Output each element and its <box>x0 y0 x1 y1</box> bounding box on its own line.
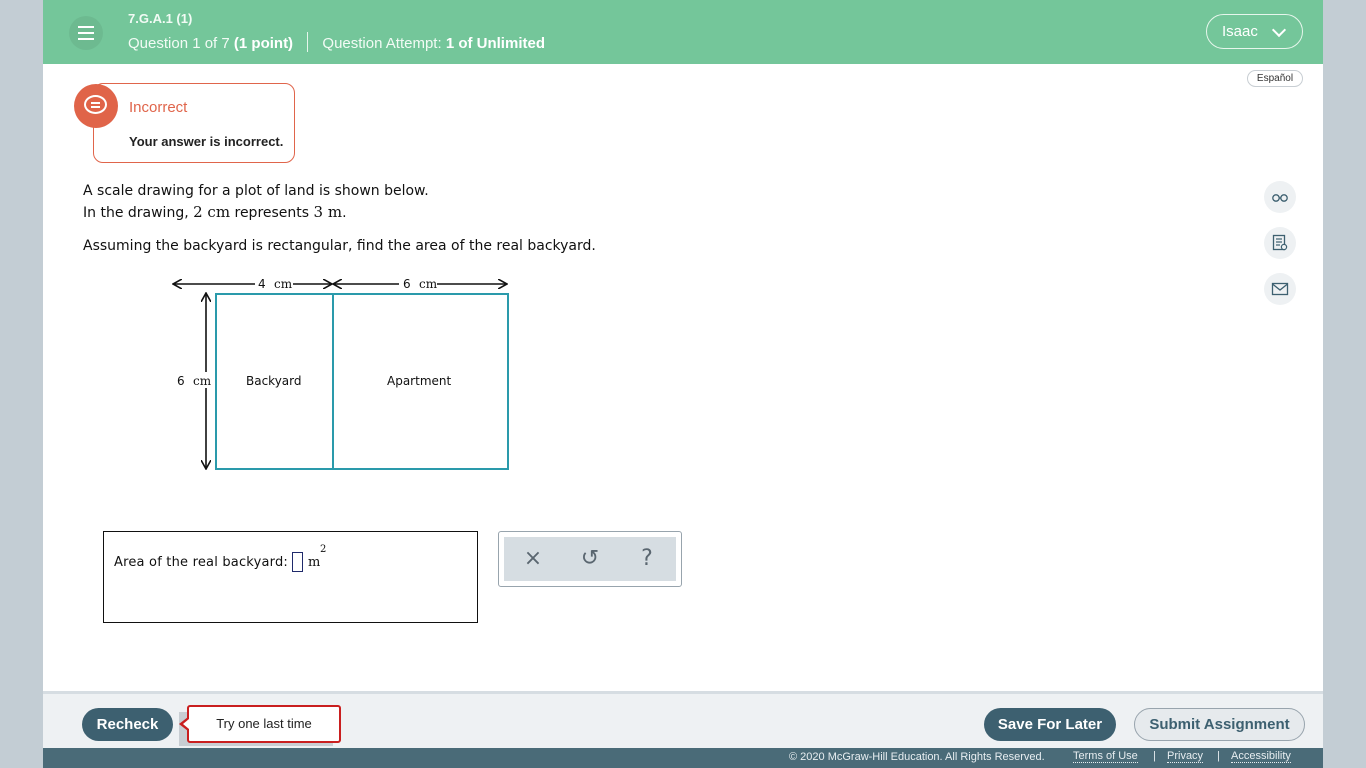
backyard-label: Backyard <box>246 374 302 388</box>
scale-real-length: 3 m <box>313 203 343 221</box>
apartment-label: Apartment <box>387 374 451 388</box>
terms-of-use-link[interactable]: Terms of Use <box>1073 750 1138 763</box>
attempt-value: 1 of Unlimited <box>445 35 545 52</box>
try-again-tooltip: Try one last time <box>187 705 341 743</box>
chevron-down-icon <box>1271 22 1287 38</box>
feedback-panel <box>93 83 295 163</box>
accessibility-link[interactable]: Accessibility <box>1231 750 1291 763</box>
feedback-chat-icon <box>74 84 118 128</box>
menu-icon[interactable] <box>69 16 103 50</box>
attempt-label: Question Attempt: <box>322 35 442 52</box>
question-line-2: In the drawing, 2 cm represents 3 m. <box>83 203 347 221</box>
question-line-1: A scale drawing for a plot of land is sh… <box>83 183 429 199</box>
submit-assignment-button[interactable]: Submit Assignment <box>1134 708 1305 741</box>
height-label: 6 <box>177 374 185 388</box>
feedback-message: Your answer is incorrect. <box>129 134 284 149</box>
standard-code: 7.G.A.1 (1) <box>128 11 193 26</box>
tooltip-arrow-inner <box>183 719 189 729</box>
reader-glasses-icon[interactable] <box>1264 181 1296 213</box>
clear-icon[interactable]: × <box>505 537 561 581</box>
undo-icon[interactable]: ↺ <box>562 537 618 581</box>
area-answer-input[interactable] <box>292 552 303 572</box>
language-toggle-button[interactable]: Español <box>1247 70 1303 87</box>
copyright-text: © 2020 McGraw-Hill Education. All Rights… <box>789 751 1045 763</box>
apartment-width-unit: cm <box>419 277 438 291</box>
answer-toolbar: × ↺ ? <box>498 531 682 587</box>
scale-drawing-diagram: 4 cm 6 cm 6 cm Backyard Apartment <box>128 276 509 470</box>
answer-area: Area of the real backyard: m 2 <box>103 531 478 623</box>
app-window: 7.G.A.1 (1) Question 1 of 7 (1 point) Qu… <box>43 0 1323 768</box>
toolbar-inner: × ↺ ? <box>504 537 676 581</box>
answer-label: Area of the real backyard: <box>114 555 288 570</box>
footer-separator: | <box>1217 750 1220 762</box>
help-icon[interactable]: ? <box>619 537 675 581</box>
ebook-reference-icon[interactable] <box>1264 227 1296 259</box>
backyard-width-unit: cm <box>274 277 293 291</box>
user-name: Isaac <box>1222 23 1258 40</box>
answer-unit: m <box>308 555 321 570</box>
height-unit: cm <box>193 374 212 388</box>
scale-drawing-length: 2 cm <box>193 203 231 221</box>
footer-separator: | <box>1153 750 1156 762</box>
question-info: Question 1 of 7 (1 point) Question Attem… <box>128 32 545 52</box>
answer-unit-exponent: 2 <box>320 544 327 555</box>
copyright-bar: © 2020 McGraw-Hill Education. All Rights… <box>43 748 1323 768</box>
user-menu-button[interactable]: Isaac <box>1206 14 1303 49</box>
apartment-width-label: 6 <box>403 277 411 291</box>
backyard-width-label: 4 <box>258 277 266 291</box>
question-line-2-prefix: In the drawing, <box>83 205 189 221</box>
privacy-link[interactable]: Privacy <box>1167 750 1204 763</box>
recheck-button[interactable]: Recheck <box>82 708 173 741</box>
email-icon[interactable] <box>1264 273 1296 305</box>
save-for-later-button[interactable]: Save For Later <box>984 708 1116 741</box>
question-line-3: Assuming the backyard is rectangular, fi… <box>83 238 596 254</box>
question-line-2-mid: represents <box>234 205 310 221</box>
question-points: (1 point) <box>233 35 294 52</box>
question-line-2-end: . <box>342 205 347 221</box>
header-bar: 7.G.A.1 (1) Question 1 of 7 (1 point) Qu… <box>43 0 1323 64</box>
question-counter: Question 1 of 7 <box>128 35 230 52</box>
footer-bar: Recheck Try one last time Save For Later… <box>43 691 1323 748</box>
header-divider <box>307 32 309 52</box>
feedback-title: Incorrect <box>129 99 188 116</box>
